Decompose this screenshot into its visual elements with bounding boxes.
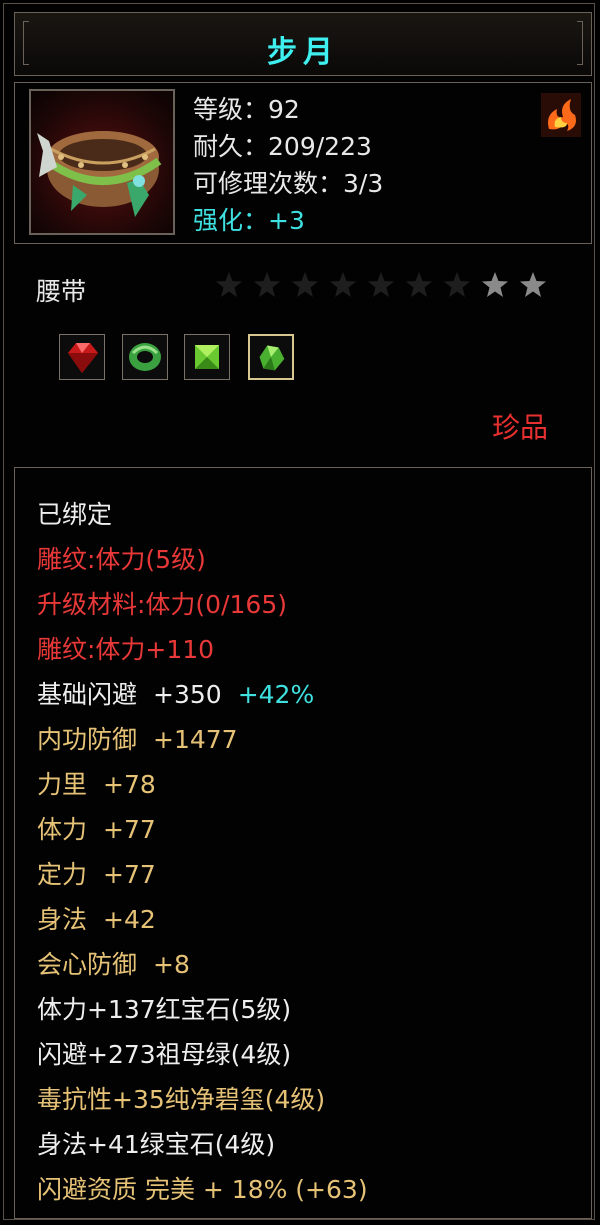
stat-repair-count: 可修理次数：3/3: [193, 169, 384, 198]
star-icon: [216, 272, 242, 297]
attribute-line: 身法 +42: [37, 905, 156, 934]
item-name: 步月: [267, 35, 339, 70]
attribute-line: 力里 +78: [37, 770, 156, 799]
item-tooltip: 步月 等级：92 耐久：209/223 可修理次数：3/3 强化：+3 腰带 珍…: [3, 3, 595, 1220]
attribute-line: 会心防御 +8: [37, 950, 190, 979]
star-icon: [520, 272, 546, 297]
title-bar: 步月: [14, 12, 592, 76]
green-gem-icon: [195, 345, 219, 369]
stat-enhance: 强化：+3: [193, 206, 305, 235]
attribute-line: 体力+137红宝石(5级): [37, 995, 292, 1024]
attribute-line: 已绑定: [37, 500, 113, 529]
star-icon: [330, 272, 356, 297]
star-icon: [406, 272, 432, 297]
attribute-line: 内功防御 +1477: [37, 725, 238, 754]
green-jade-icon: [259, 345, 285, 371]
attribute-list: 已绑定 雕纹:体力(5级) 升级材料:体力(0/165) 雕纹:体力+110 基…: [37, 492, 368, 1212]
item-header: 等级：92 耐久：209/223 可修理次数：3/3 强化：+3: [14, 82, 592, 244]
attribute-line: 基础闪避 +350 +42%: [37, 680, 315, 709]
star-icon: [368, 272, 394, 297]
attribute-line: 雕纹:体力+110: [37, 635, 215, 664]
attribute-line: 闪避+273祖母绿(4级): [37, 1040, 292, 1069]
attribute-line: 身法+41绿宝石(4级): [37, 1130, 276, 1159]
star-icon: [292, 272, 318, 297]
gem-slot-jade-ring[interactable]: [122, 334, 168, 380]
attribute-line: 闪避资质 完美 + 18% (+63): [37, 1175, 368, 1204]
stat-durability: 耐久：209/223: [193, 132, 372, 161]
gem-slot-emerald[interactable]: [184, 334, 230, 380]
attribute-line: 升级材料:体力(0/165): [37, 590, 287, 619]
star-icon: [254, 272, 280, 297]
item-type: 腰带: [36, 277, 87, 306]
rarity-label: 珍品: [491, 411, 548, 444]
gem-slot-ruby[interactable]: [59, 334, 105, 380]
attribute-line: 雕纹:体力(5级): [37, 545, 206, 574]
fire-element-icon: [541, 93, 581, 137]
item-stats: 等级：92 耐久：209/223 可修理次数：3/3 强化：+3: [193, 91, 383, 239]
red-gem-icon: [68, 343, 98, 373]
attribute-line: 体力 +77: [37, 815, 156, 844]
star-icon: [444, 272, 470, 297]
belt-icon: [29, 89, 175, 235]
green-ring-icon: [129, 343, 161, 371]
stat-level: 等级：92: [193, 95, 300, 124]
star-icon: [482, 272, 508, 297]
attribute-line: 毒抗性+35纯净碧玺(4级): [37, 1085, 326, 1114]
gem-slot-tourmaline[interactable]: [248, 334, 294, 380]
attribute-panel: 已绑定 雕纹:体力(5级) 升级材料:体力(0/165) 雕纹:体力+110 基…: [14, 467, 592, 1219]
attribute-line: 定力 +77: [37, 860, 156, 889]
